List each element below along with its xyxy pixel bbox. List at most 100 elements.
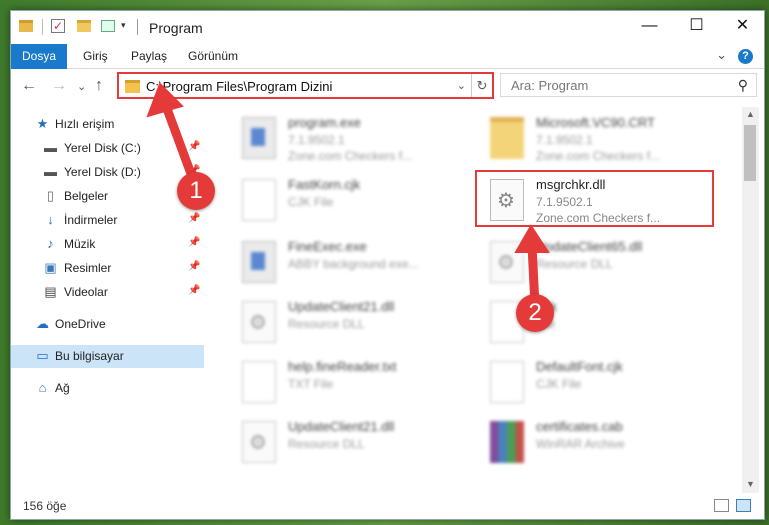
title-bar: ✓ ▾ Program — ☐ ✕ — [11, 11, 764, 43]
pin-icon[interactable]: 📌 — [188, 285, 200, 296]
drive-icon: ▬ — [44, 164, 57, 179]
pin-icon[interactable]: 📌 — [188, 141, 200, 152]
folder-icon[interactable] — [19, 20, 33, 32]
status-bar: 156 öğe — [11, 493, 764, 519]
properties-check-icon[interactable]: ✓ — [51, 19, 65, 33]
vertical-scrollbar[interactable]: ▲ ▼ — [742, 107, 759, 493]
details-view-icon[interactable] — [714, 499, 729, 512]
file-name: UpdateClient21.dll — [288, 299, 395, 314]
ribbon-collapse-icon[interactable]: ⌄ — [716, 47, 727, 63]
sidebar-item-documents[interactable]: ▯ Belgeler 📌 — [11, 185, 204, 208]
network-icon: ⌂ — [38, 380, 47, 395]
scroll-thumb[interactable] — [744, 125, 756, 181]
file-name: DefaultFont.cjk — [536, 359, 623, 374]
recent-locations-icon[interactable]: ⌄ — [77, 80, 86, 93]
close-button[interactable]: ✕ — [720, 11, 764, 41]
pin-icon[interactable]: 📌 — [188, 237, 200, 248]
address-path[interactable]: C:\Program Files\Program Dizini — [146, 79, 332, 94]
sidebar-item-music[interactable]: ♪ Müzik 📌 — [11, 233, 204, 256]
navigation-pane: ★ Hızlı erişim ▬ Yerel Disk (C:) 📌 ▬ Yer… — [11, 107, 206, 493]
search-input[interactable]: Ara: Program ⚲ — [500, 73, 757, 97]
search-icon: ⚲ — [737, 77, 748, 93]
address-bar[interactable]: C:\Program Files\Program Dizini ⌄ ↻ — [117, 72, 494, 99]
file-item[interactable]: UpdateClient21.dll Resource DLL — [218, 297, 458, 352]
sidebar-item-quick-access[interactable]: ★ Hızlı erişim — [11, 113, 204, 136]
file-item[interactable]: ....k ...le — [466, 297, 706, 352]
qat-dropdown-icon[interactable]: ▾ — [121, 20, 126, 36]
file-name: Microsoft.VC90.CRT — [536, 115, 655, 130]
sidebar-item-network[interactable]: ⌂ Ağ — [11, 377, 204, 400]
sidebar-item-onedrive[interactable]: ☁ OneDrive — [11, 313, 204, 336]
folder-item[interactable]: Microsoft.VC90.CRT 7.1.9502.1 Zone.com C… — [466, 113, 706, 168]
file-name: certificates.cab — [536, 419, 623, 434]
file-type: WinRAR Archive — [536, 437, 625, 451]
pin-icon[interactable]: 📌 — [188, 261, 200, 272]
back-button[interactable]: ← — [21, 77, 37, 95]
file-item[interactable]: certificates.cab WinRAR Archive — [466, 417, 706, 472]
file-list: program.exe 7.1.9502.1 Zone.com Checkers… — [208, 107, 741, 493]
file-name: FastKorn.cjk — [288, 177, 361, 192]
up-button[interactable]: ↑ — [95, 77, 103, 95]
sidebar-item-videos[interactable]: ▤ Videolar 📌 — [11, 281, 204, 304]
window-title: Program — [149, 20, 203, 36]
sidebar-item-pictures[interactable]: ▣ Resimler 📌 — [11, 257, 204, 280]
download-icon: ↓ — [47, 212, 54, 227]
tiles-view-icon[interactable] — [736, 499, 751, 512]
callout-1-badge: 1 — [177, 172, 215, 210]
scroll-up-icon[interactable]: ▲ — [746, 109, 755, 119]
sidebar-item-label: Belgeler — [64, 189, 109, 203]
document-file-icon — [242, 179, 276, 221]
ribbon-tabs: Dosya Giriş Paylaş Görünüm ⌄ ? — [11, 44, 764, 69]
file-version: 7.1.9502.1 — [288, 133, 345, 147]
sidebar-item-label: Müzik — [64, 237, 96, 251]
archive-file-icon — [490, 421, 524, 463]
sidebar-item-label: Resimler — [64, 261, 112, 275]
file-name: FineExec.exe — [288, 239, 367, 254]
maximize-button[interactable]: ☐ — [674, 11, 719, 41]
sidebar-item-label: Hızlı erişim — [55, 117, 115, 131]
callout-2-badge: 2 — [516, 294, 554, 332]
file-item[interactable]: help.fineReader.txt TXT File — [218, 357, 458, 412]
address-dropdown-icon[interactable]: ⌄ — [457, 79, 466, 92]
sidebar-item-downloads[interactable]: ↓ İndirmeler 📌 — [11, 209, 204, 232]
file-type: TXT File — [288, 377, 334, 391]
exe-file-icon — [242, 117, 276, 159]
sidebar-item-label: Videolar — [64, 285, 108, 299]
file-type: CJK File — [288, 195, 334, 209]
refresh-button[interactable]: ↻ — [471, 74, 492, 97]
tab-home[interactable]: Giriş — [83, 44, 108, 69]
tab-share[interactable]: Paylaş — [131, 44, 167, 69]
sidebar-item-this-pc[interactable]: ▭ Bu bilgisayar — [11, 345, 204, 368]
sidebar-item-label: Bu bilgisayar — [55, 349, 124, 363]
video-icon: ▤ — [44, 284, 57, 299]
file-type: CJK File — [536, 377, 582, 391]
file-item[interactable]: UpdateClient21.dll Resource DLL — [218, 417, 458, 472]
file-type: Resource DLL — [536, 257, 613, 271]
help-icon[interactable]: ? — [738, 49, 753, 64]
file-item[interactable]: program.exe 7.1.9502.1 Zone.com Checkers… — [218, 113, 458, 168]
divider — [42, 19, 43, 35]
sidebar-item-drive-c[interactable]: ▬ Yerel Disk (C:) 📌 — [11, 137, 204, 160]
forward-button[interactable]: → — [51, 77, 67, 95]
tab-view[interactable]: Görünüm — [188, 44, 238, 69]
pictures-icon: ▣ — [44, 260, 57, 275]
scroll-down-icon[interactable]: ▼ — [746, 479, 755, 489]
sidebar-item-drive-d[interactable]: ▬ Yerel Disk (D:) 📌 — [11, 161, 204, 184]
file-item[interactable]: DefaultFont.cjk CJK File — [466, 357, 706, 412]
music-icon: ♪ — [47, 236, 54, 251]
file-description: ABBY background exe... — [288, 257, 419, 271]
item-count: 156 öğe — [23, 499, 67, 513]
minimize-button[interactable]: — — [627, 11, 672, 41]
customize-icon[interactable] — [101, 20, 115, 32]
explorer-window: ✓ ▾ Program — ☐ ✕ Dosya Giriş Paylaş Gör… — [10, 10, 765, 520]
document-file-icon — [490, 361, 524, 403]
sidebar-item-label: İndirmeler — [64, 213, 118, 227]
file-item[interactable]: FineExec.exe ABBY background exe... — [218, 237, 458, 292]
file-item[interactable]: UpdateClient65.dll Resource DLL — [466, 237, 706, 292]
tab-file[interactable]: Dosya — [11, 44, 67, 69]
pin-icon[interactable]: 📌 — [188, 213, 200, 224]
new-folder-icon[interactable] — [77, 20, 91, 32]
dll-file-icon — [242, 421, 276, 463]
file-description: Zone.com Checkers f... — [536, 149, 661, 163]
file-item[interactable]: FastKorn.cjk CJK File — [218, 175, 458, 230]
